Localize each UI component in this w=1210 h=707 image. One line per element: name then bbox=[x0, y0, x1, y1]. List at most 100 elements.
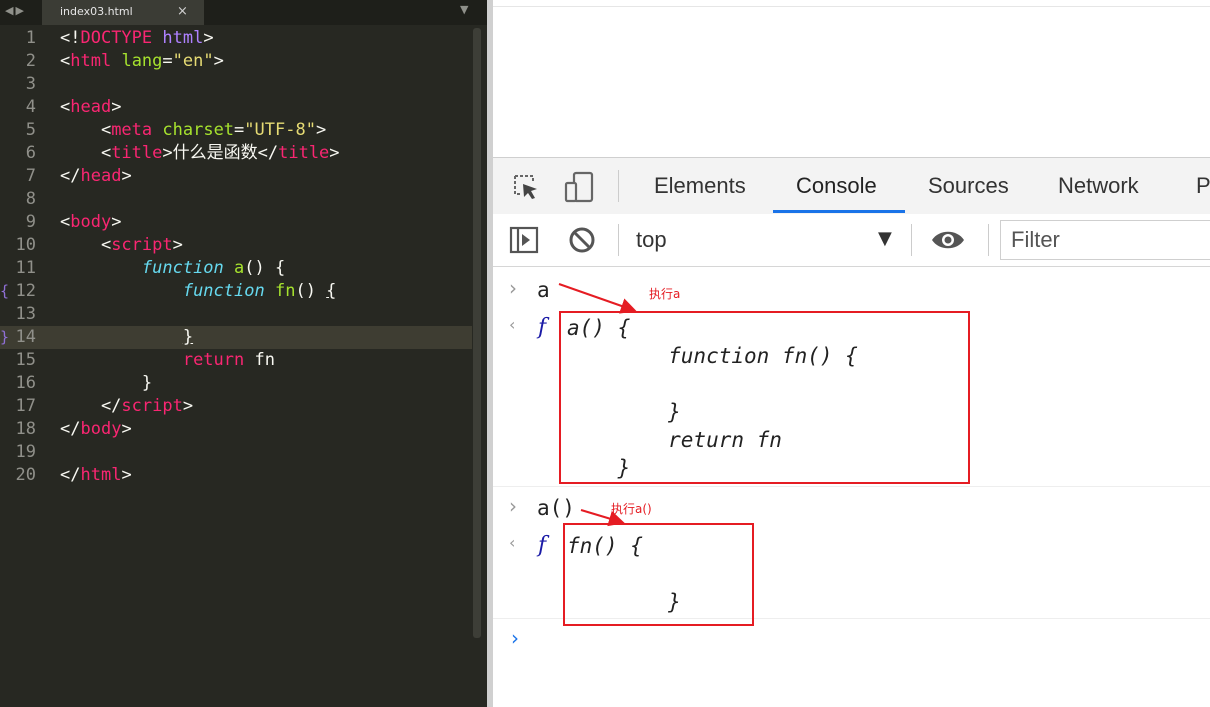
tab-sources[interactable]: Sources bbox=[928, 173, 1009, 199]
tab-elements[interactable]: Elements bbox=[654, 173, 746, 199]
code-line[interactable]: 8 bbox=[0, 188, 472, 211]
code-line[interactable]: 5 <meta charset="UTF-8"> bbox=[0, 119, 472, 142]
annotation-box bbox=[563, 523, 754, 626]
line-number: 5 bbox=[25, 120, 36, 140]
tab-navigation-arrows-icon[interactable]: ◀▶ bbox=[5, 4, 26, 17]
devtools-toolbar: Elements Console Sources Network P bbox=[493, 157, 1210, 215]
code-punctuation: } bbox=[60, 373, 153, 393]
code-punctuation: > bbox=[111, 97, 122, 117]
line-number: 18 bbox=[15, 419, 36, 439]
line-number: 17 bbox=[15, 396, 36, 416]
toolbar-separator bbox=[618, 224, 619, 256]
toolbar-separator bbox=[911, 224, 912, 256]
code-punctuation: > bbox=[121, 419, 132, 439]
code-punctuation: > bbox=[162, 143, 173, 163]
code-bracket: } bbox=[182, 327, 194, 347]
editor-tab-title: index03.html bbox=[60, 5, 133, 18]
code-line[interactable]: 3 bbox=[0, 73, 472, 96]
code-tag: meta bbox=[111, 120, 153, 140]
code-punctuation: > bbox=[329, 143, 340, 163]
code-punctuation bbox=[152, 28, 162, 48]
code-tag: body bbox=[70, 212, 112, 232]
code-punctuation: () bbox=[295, 281, 327, 301]
code-line[interactable]: 10 <script> bbox=[0, 234, 472, 257]
editor-tab-index03[interactable]: index03.html × bbox=[42, 0, 204, 25]
code-punctuation: = bbox=[234, 120, 245, 140]
code-line[interactable]: 15 return fn bbox=[0, 349, 472, 372]
line-number: 3 bbox=[25, 74, 36, 94]
code-punctuation: < bbox=[60, 51, 71, 71]
code-line[interactable]: 16 } bbox=[0, 372, 472, 395]
editor-scrollbar[interactable] bbox=[473, 28, 481, 638]
close-tab-icon[interactable]: × bbox=[177, 4, 188, 19]
code-content: </html> bbox=[60, 464, 132, 487]
code-line[interactable]: 17 </script> bbox=[0, 395, 472, 418]
code-tag: body bbox=[80, 419, 122, 439]
browser-devtools: Elements Console Sources Network P top ▼ bbox=[493, 0, 1210, 707]
code-punctuation bbox=[224, 258, 234, 278]
filter-input[interactable] bbox=[1009, 225, 1210, 255]
line-number: 1 bbox=[25, 28, 36, 48]
line-number: 9 bbox=[25, 212, 36, 232]
code-punctuation bbox=[265, 281, 275, 301]
line-number: 16 bbox=[15, 373, 36, 393]
code-storage: function bbox=[182, 281, 265, 301]
code-line[interactable]: 12{ function fn() { bbox=[0, 280, 472, 303]
code-bracket: { bbox=[326, 281, 337, 301]
context-selector[interactable]: top bbox=[636, 227, 667, 253]
code-area[interactable]: 1 <!DOCTYPE html> 2 <html lang="en"> 3 4 <head… bbox=[0, 26, 472, 707]
live-expression-eye-icon[interactable] bbox=[931, 228, 965, 256]
code-function-name: fn bbox=[274, 281, 296, 301]
code-line[interactable]: 13 bbox=[0, 303, 472, 326]
code-line[interactable]: 19 bbox=[0, 441, 472, 464]
code-line[interactable]: 20 </html> bbox=[0, 464, 472, 487]
tab-performance[interactable]: P bbox=[1196, 173, 1210, 199]
code-punctuation bbox=[60, 281, 183, 301]
code-line[interactable]: 14} } bbox=[0, 326, 472, 349]
show-sidebar-icon[interactable] bbox=[509, 226, 539, 258]
code-content: </head> bbox=[60, 165, 132, 188]
code-tag: head bbox=[70, 97, 112, 117]
code-line[interactable]: 1 <!DOCTYPE html> bbox=[0, 27, 472, 50]
code-tag: head bbox=[80, 166, 122, 186]
tab-console[interactable]: Console bbox=[796, 173, 877, 199]
code-punctuation: > bbox=[111, 212, 122, 232]
code-line[interactable]: 4 <head> bbox=[0, 96, 472, 119]
console-prompt-icon[interactable]: › bbox=[511, 626, 519, 650]
code-line[interactable]: 18 </body> bbox=[0, 418, 472, 441]
code-string: "en" bbox=[172, 51, 214, 71]
filter-box bbox=[1000, 220, 1210, 260]
code-storage: function bbox=[141, 258, 224, 278]
clear-console-icon[interactable] bbox=[568, 226, 596, 258]
code-keyword: return bbox=[182, 350, 245, 370]
code-line[interactable]: 6 <title>什么是函数</title> bbox=[0, 142, 472, 165]
code-line[interactable]: 11 function a() { bbox=[0, 257, 472, 280]
line-number: 11 bbox=[15, 258, 36, 278]
active-tab-indicator bbox=[773, 210, 905, 213]
line-number: 4 bbox=[25, 97, 36, 117]
line-number: 2 bbox=[25, 51, 36, 71]
code-line[interactable]: 2 <html lang="en"> bbox=[0, 50, 472, 73]
code-content: function a() { bbox=[60, 257, 285, 280]
line-number: 13 bbox=[15, 304, 36, 324]
function-marker: f bbox=[538, 533, 547, 558]
code-punctuation: > bbox=[213, 51, 224, 71]
code-tag: title bbox=[278, 143, 330, 163]
code-tag: title bbox=[111, 143, 163, 163]
code-line[interactable]: 7 </head> bbox=[0, 165, 472, 188]
tab-network[interactable]: Network bbox=[1058, 173, 1139, 199]
code-text: 什么是函数 bbox=[172, 143, 258, 163]
chevron-down-icon[interactable]: ▼ bbox=[878, 228, 892, 249]
code-punctuation: < bbox=[60, 212, 71, 232]
line-number: 8 bbox=[25, 189, 36, 209]
code-content: } bbox=[60, 326, 193, 349]
code-punctuation: <! bbox=[60, 28, 81, 48]
code-punctuation: = bbox=[162, 51, 173, 71]
code-punctuation: < bbox=[60, 235, 112, 255]
inspect-element-icon[interactable] bbox=[511, 172, 541, 206]
line-number: 6 bbox=[25, 143, 36, 163]
device-toolbar-icon[interactable] bbox=[563, 170, 597, 208]
tab-menu-dropdown-icon[interactable]: ▼ bbox=[460, 3, 468, 16]
line-number: 15 bbox=[15, 350, 36, 370]
code-line[interactable]: 9 <body> bbox=[0, 211, 472, 234]
